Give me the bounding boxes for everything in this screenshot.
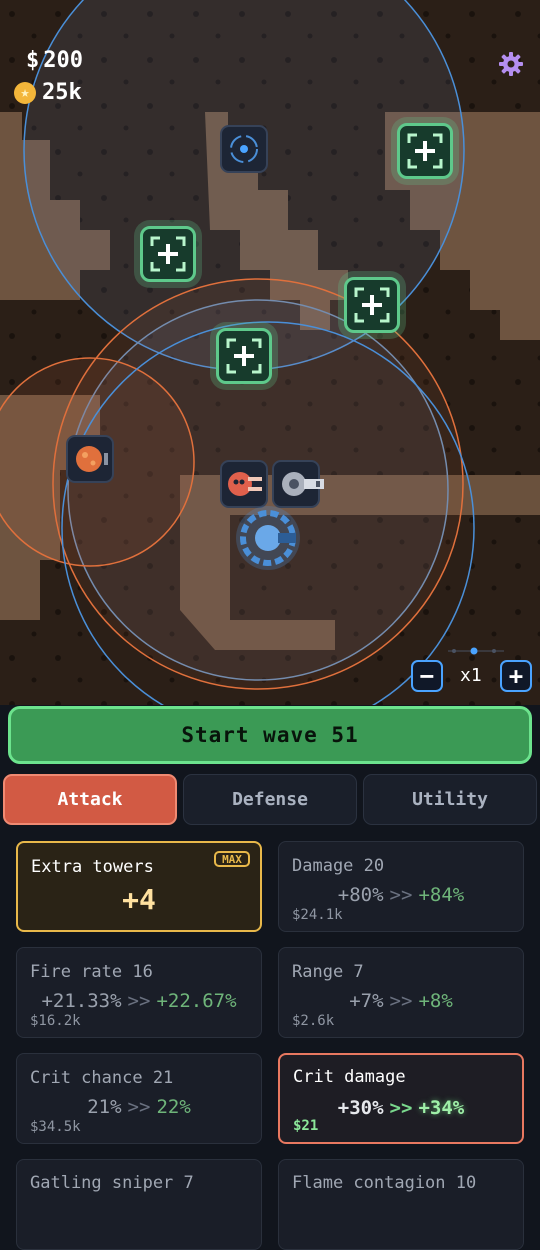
upgrade-card-damage[interactable]: Damage 20 +80% >> +84% $24.1k <box>278 841 524 932</box>
gems-display: ★ 25k <box>14 80 82 105</box>
speed-label: x1 <box>460 665 482 686</box>
radar-icon <box>230 135 258 163</box>
arrow: >> <box>389 884 413 906</box>
upgrade-cost: $34.5k <box>30 1119 81 1135</box>
build-slot[interactable] <box>140 226 196 282</box>
current-value: 21% <box>87 1096 122 1118</box>
next-value: +34% <box>418 1097 465 1119</box>
build-slot[interactable] <box>397 123 453 179</box>
next-value: +84% <box>418 884 465 906</box>
next-value: +8% <box>418 990 453 1012</box>
money-value: 200 <box>43 48 83 73</box>
game-map[interactable]: $200 ★ 25k − x1 + <box>0 0 540 705</box>
speed-decrease-button[interactable]: − <box>411 660 443 692</box>
speed-indicator-dots <box>448 647 504 655</box>
upgrade-card-range[interactable]: Range 7 +7% >> +8% $2.6k <box>278 947 524 1038</box>
upgrade-cost: $16.2k <box>30 1013 81 1029</box>
upgrade-card-extra-towers[interactable]: Extra towers MAX +4 <box>16 841 262 932</box>
upgrade-card-flame-contagion[interactable]: Flame contagion 10 <box>278 1159 524 1250</box>
sniper-tower[interactable] <box>232 505 308 571</box>
upgrade-cost: $2.6k <box>292 1013 335 1029</box>
gems-value: 25k <box>42 80 82 105</box>
upgrade-title: Fire rate 16 <box>30 962 153 982</box>
add-tower-icon <box>150 236 186 272</box>
upgrade-value: +4 <box>122 883 156 916</box>
upgrade-values: +30% >> +34% <box>280 1097 522 1119</box>
settings-gear-icon[interactable] <box>498 51 524 77</box>
upgrade-values: +80% >> +84% <box>279 884 523 906</box>
star-coin-icon: ★ <box>14 81 36 104</box>
upgrade-title: Flame contagion 10 <box>292 1173 477 1193</box>
upgrade-card-fire-rate[interactable]: Fire rate 16 +21.33% >> +22.67% $16.2k <box>16 947 262 1038</box>
tab-attack[interactable]: Attack <box>3 774 177 825</box>
flame-tower[interactable] <box>66 435 114 483</box>
dollar-sign: $ <box>26 48 40 73</box>
tab-defense[interactable]: Defense <box>183 774 357 825</box>
upgrade-title: Damage 20 <box>292 856 385 876</box>
add-tower-icon <box>226 338 262 374</box>
arrow: >> <box>127 1096 151 1118</box>
speed-increase-button[interactable]: + <box>500 660 532 692</box>
build-slot[interactable] <box>344 277 400 333</box>
gatling-tower[interactable] <box>272 460 324 508</box>
upgrade-card-crit-chance[interactable]: Crit chance 21 21% >> 22% $34.5k <box>16 1053 262 1144</box>
next-value: +22.67% <box>156 990 237 1012</box>
crit-tower[interactable] <box>220 460 268 508</box>
current-value: +30% <box>337 1097 384 1119</box>
build-slot[interactable] <box>216 328 272 384</box>
upgrade-title: Crit chance 21 <box>30 1068 174 1088</box>
sniper-icon <box>236 506 300 570</box>
current-value: +80% <box>337 884 384 906</box>
max-badge: MAX <box>214 851 250 867</box>
upgrade-title: Crit damage <box>293 1067 406 1087</box>
upgrade-values: +7% >> +8% <box>279 990 523 1012</box>
start-wave-button[interactable]: Start wave 51 <box>8 706 532 764</box>
add-tower-icon <box>354 287 390 323</box>
upgrade-values: 21% >> 22% <box>17 1096 261 1118</box>
upgrade-title: Range 7 <box>292 962 364 982</box>
upgrade-title: Extra towers <box>31 857 154 877</box>
upgrade-cost: $24.1k <box>292 907 343 923</box>
add-tower-icon <box>407 133 443 169</box>
arrow: >> <box>127 990 151 1012</box>
crit-cannon-icon <box>228 472 262 496</box>
flame-orb-icon <box>76 446 108 472</box>
next-value: 22% <box>156 1096 191 1118</box>
upgrade-card-crit-damage[interactable]: Crit damage +30% >> +34% $21 <box>278 1053 524 1144</box>
arrow: >> <box>389 1097 413 1119</box>
upgrade-card-gatling-sniper[interactable]: Gatling sniper 7 <box>16 1159 262 1250</box>
upgrade-title: Gatling sniper 7 <box>30 1173 194 1193</box>
tab-utility[interactable]: Utility <box>363 774 537 825</box>
current-value: +7% <box>349 990 384 1012</box>
radar-tower[interactable] <box>220 125 268 173</box>
arrow: >> <box>389 990 413 1012</box>
gatling-icon <box>282 472 324 496</box>
money-display: $200 <box>26 48 83 73</box>
current-value: +21.33% <box>41 990 122 1012</box>
upgrade-cost: $21 <box>293 1118 319 1134</box>
upgrade-values: +21.33% >> +22.67% <box>17 990 261 1012</box>
